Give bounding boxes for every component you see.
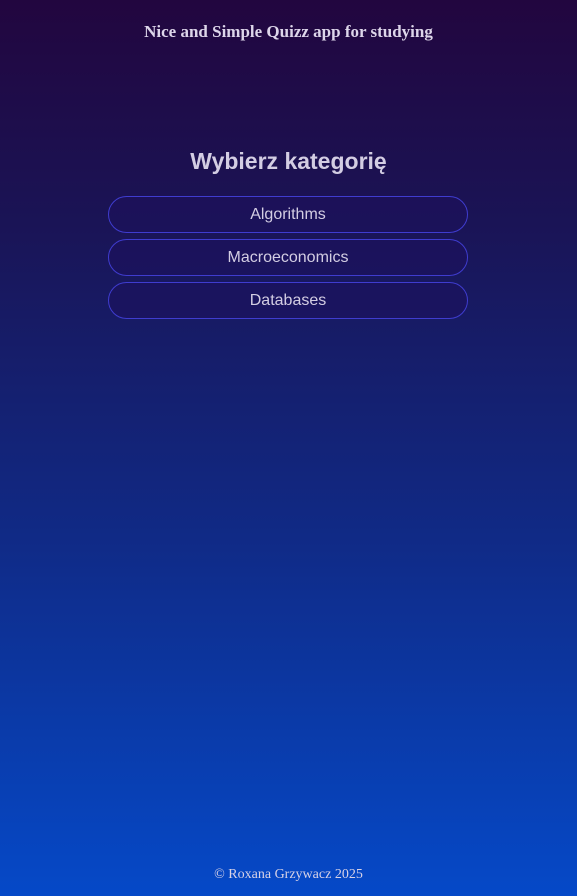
app-title: Nice and Simple Quizz app for studying [144,22,433,41]
footer-copyright: © Roxana Grzywacz 2025 [214,867,363,882]
category-list: Algorithms Macroeconomics Databases [108,196,468,319]
category-button-databases[interactable]: Databases [108,282,468,319]
category-button-macroeconomics[interactable]: Macroeconomics [108,239,468,276]
category-button-algorithms[interactable]: Algorithms [108,196,468,233]
page-heading: Wybierz kategorię [190,148,387,174]
